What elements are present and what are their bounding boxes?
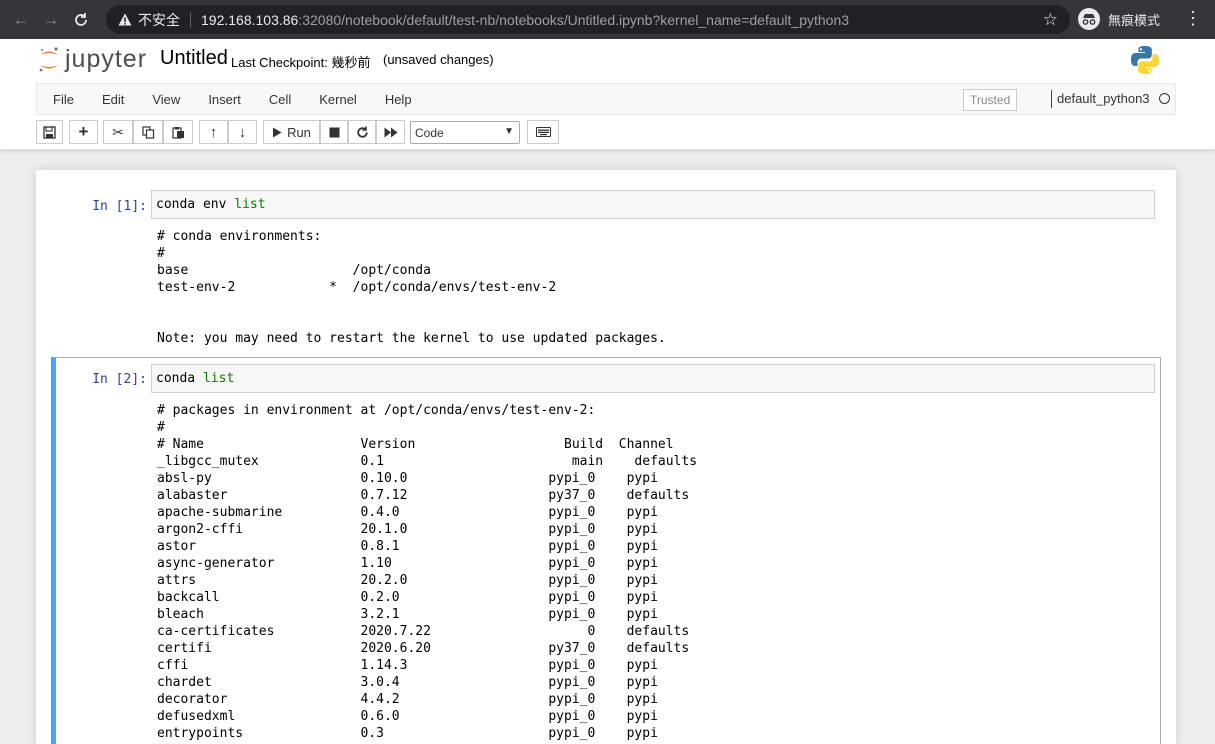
jupyter-header: jupyter Untitled Last Checkpoint: 幾秒前 (u… (0, 39, 1215, 150)
code-cell-selected[interactable]: In [2]: conda list # packages in environ… (51, 357, 1161, 744)
menu-bar: File Edit View Insert Cell Kernel Help T… (36, 83, 1176, 115)
stop-icon (329, 127, 339, 137)
menu-view[interactable]: View (138, 92, 194, 107)
forward-arrow-icon[interactable]: → (36, 5, 66, 35)
run-button[interactable]: Run (263, 120, 320, 144)
input-prompt: In [2]: (92, 372, 147, 387)
paste-button[interactable] (163, 120, 193, 144)
code-input[interactable]: conda list (151, 364, 1155, 393)
code-cell[interactable]: In [1]: conda env list # conda environme… (51, 182, 1161, 352)
url-host: 192.168.103.86 (201, 11, 299, 28)
input-prompt: In [1]: (92, 199, 147, 214)
copy-icon (141, 125, 154, 139)
address-separator (190, 11, 191, 28)
jupyter-logo[interactable]: jupyter (38, 45, 147, 74)
cell-output: # conda environments: # base /opt/conda … (157, 229, 666, 346)
arrow-up-icon: ↑ (209, 123, 218, 141)
kernel-idle-icon (1159, 93, 1170, 104)
cell-output: # packages in environment at /opt/conda/… (157, 403, 698, 741)
jupyter-logo-text: jupyter (65, 45, 148, 73)
restart-kernel-button[interactable] (348, 120, 376, 144)
interrupt-button[interactable] (320, 120, 348, 144)
play-icon (273, 127, 282, 137)
address-bar[interactable]: 不安全 192.168.103.86:32080/notebook/defaul… (106, 5, 1070, 34)
arrow-down-icon: ↓ (238, 123, 247, 141)
cell-type-select[interactable]: Code ▼ (410, 121, 520, 144)
url-text: 192.168.103.86:32080/notebook/default/te… (201, 12, 849, 28)
url-path: :32080/notebook/default/test-nb/notebook… (298, 11, 850, 28)
python-logo-icon (1130, 45, 1160, 80)
restart-run-all-button[interactable] (376, 120, 405, 144)
restart-icon (356, 126, 368, 138)
trusted-indicator[interactable]: Trusted (963, 89, 1018, 111)
save-button[interactable] (36, 120, 63, 144)
menu-insert[interactable]: Insert (194, 92, 255, 107)
move-down-button[interactable]: ↓ (228, 120, 257, 144)
paste-icon (171, 126, 184, 139)
menu-file[interactable]: File (37, 92, 88, 107)
not-secure-label: 不安全 (138, 11, 180, 28)
checkpoint-status: Last Checkpoint: 幾秒前 (231, 55, 371, 70)
menu-help[interactable]: Help (371, 92, 426, 107)
browser-toolbar: ← → 不安全 192.168.103.86:32080/notebook/de… (0, 0, 1215, 39)
chevron-down-icon: ▼ (504, 126, 514, 137)
incognito-label: 無痕模式 (1108, 12, 1161, 28)
reload-icon[interactable] (66, 5, 96, 35)
code-input[interactable]: conda env list (151, 190, 1155, 219)
keyboard-icon (535, 127, 551, 137)
kernel-divider (1051, 90, 1052, 108)
notebook-title[interactable]: Untitled (160, 47, 228, 70)
menu-cell[interactable]: Cell (255, 92, 305, 107)
notebook-container: In [1]: conda env list # conda environme… (36, 170, 1176, 744)
run-label: Run (287, 124, 311, 140)
fast-forward-icon (384, 127, 397, 137)
copy-button[interactable] (133, 120, 163, 144)
code-command: conda env (156, 197, 235, 212)
incognito-indicator[interactable]: 無痕模式 (1078, 8, 1160, 30)
save-icon (43, 125, 56, 139)
cell-type-value: Code (415, 125, 444, 140)
plus-icon: + (78, 122, 89, 141)
code-keyword: list (202, 371, 235, 386)
code-command: conda (156, 371, 203, 386)
code-keyword: list (234, 197, 266, 212)
unsaved-status: (unsaved changes) (383, 52, 494, 67)
scissors-icon: ✂ (112, 123, 124, 140)
kernel-name[interactable]: default_python3 (1057, 91, 1150, 106)
bookmark-star-icon[interactable]: ☆ (1043, 10, 1058, 30)
move-up-button[interactable]: ↑ (199, 120, 228, 144)
back-arrow-icon[interactable]: ← (6, 5, 36, 35)
command-palette-button[interactable] (527, 120, 559, 144)
warning-icon (118, 13, 132, 27)
jupyter-logo-icon (39, 46, 58, 71)
cut-button[interactable]: ✂ (103, 120, 133, 144)
notebook-toolbar: + ✂ ↑ ↓ Run Code ▼ (36, 120, 636, 146)
more-options-icon[interactable]: ⋮ (1184, 8, 1202, 29)
menu-edit[interactable]: Edit (88, 92, 138, 107)
insert-cell-button[interactable]: + (69, 120, 98, 144)
menu-kernel[interactable]: Kernel (305, 92, 371, 107)
incognito-icon (1078, 8, 1100, 30)
